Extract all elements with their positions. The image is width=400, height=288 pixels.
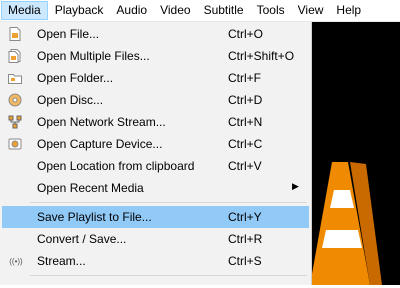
video-area <box>310 22 400 285</box>
network-icon <box>8 115 22 129</box>
menu-item-shortcut: Ctrl+N <box>228 115 263 129</box>
menu-separator <box>30 202 307 203</box>
menu-item-label: Save Playlist to File... <box>37 210 152 224</box>
menu-bar: Media Playback Audio Video Subtitle Tool… <box>0 0 400 22</box>
menu-tools[interactable]: Tools <box>251 1 291 20</box>
menu-help[interactable]: Help <box>330 1 367 20</box>
menu-item-shortcut: Ctrl+D <box>228 93 263 107</box>
menu-item-label: Open Folder... <box>37 71 114 85</box>
menu-item-open-multiple-files[interactable]: Open Multiple Files... Ctrl+Shift+O <box>2 45 309 67</box>
menu-item-convert-save[interactable]: Convert / Save... Ctrl+R <box>2 228 309 250</box>
menu-item-stream[interactable]: ((•)) Stream... Ctrl+S <box>2 250 309 272</box>
menu-item-label: Open Capture Device... <box>37 137 163 151</box>
menu-item-shortcut: Ctrl+R <box>228 232 263 246</box>
menu-item-shortcut: Ctrl+Shift+O <box>228 49 295 63</box>
menu-playback[interactable]: Playback <box>49 1 110 20</box>
menu-media[interactable]: Media <box>1 1 48 20</box>
menu-item-open-network-stream[interactable]: Open Network Stream... Ctrl+N <box>2 111 309 133</box>
folder-icon <box>8 71 22 85</box>
submenu-arrow-icon: ▶ <box>292 181 299 191</box>
menu-item-label: Open Multiple Files... <box>37 49 150 63</box>
disc-icon <box>8 93 22 107</box>
stream-icon: ((•)) <box>9 256 23 266</box>
vlc-cone-logo <box>310 162 382 285</box>
menu-item-label: Open Network Stream... <box>37 115 166 129</box>
menu-item-shortcut: Ctrl+C <box>228 137 263 151</box>
menu-view[interactable]: View <box>292 1 330 20</box>
menu-item-label: Convert / Save... <box>37 232 127 246</box>
menu-item-open-capture-device[interactable]: Open Capture Device... Ctrl+C <box>2 133 309 155</box>
menu-item-shortcut: Ctrl+F <box>228 71 261 85</box>
menu-item-open-file[interactable]: Open File... Ctrl+O <box>2 23 309 45</box>
file-icon <box>8 27 22 41</box>
menu-item-open-recent-media[interactable]: Open Recent Media ▶ <box>2 177 309 199</box>
menu-item-open-folder[interactable]: Open Folder... Ctrl+F <box>2 67 309 89</box>
menu-audio[interactable]: Audio <box>110 1 153 20</box>
media-dropdown-menu: Open File... Ctrl+O Open Multiple Files.… <box>0 22 312 285</box>
menu-item-label: Open Location from clipboard <box>37 159 195 173</box>
menu-item-label: Open File... <box>37 27 100 41</box>
menu-video[interactable]: Video <box>154 1 196 20</box>
menu-subtitle[interactable]: Subtitle <box>198 1 250 20</box>
menu-item-shortcut: Ctrl+O <box>228 27 264 41</box>
menu-item-label: Stream... <box>37 254 86 268</box>
menu-item-shortcut: Ctrl+S <box>228 254 262 268</box>
menu-item-shortcut: Ctrl+Y <box>228 210 262 224</box>
menu-item-save-playlist-to-file[interactable]: Save Playlist to File... Ctrl+Y <box>2 206 309 228</box>
menu-item-label: Open Disc... <box>37 93 104 107</box>
menu-item-open-disc[interactable]: Open Disc... Ctrl+D <box>2 89 309 111</box>
menu-separator <box>30 275 307 276</box>
menu-item-label: Open Recent Media <box>37 181 144 195</box>
menu-item-shortcut: Ctrl+V <box>228 159 262 173</box>
capture-device-icon <box>8 137 22 151</box>
files-icon <box>8 49 22 63</box>
menu-item-open-location-from-clipboard[interactable]: Open Location from clipboard Ctrl+V <box>2 155 309 177</box>
